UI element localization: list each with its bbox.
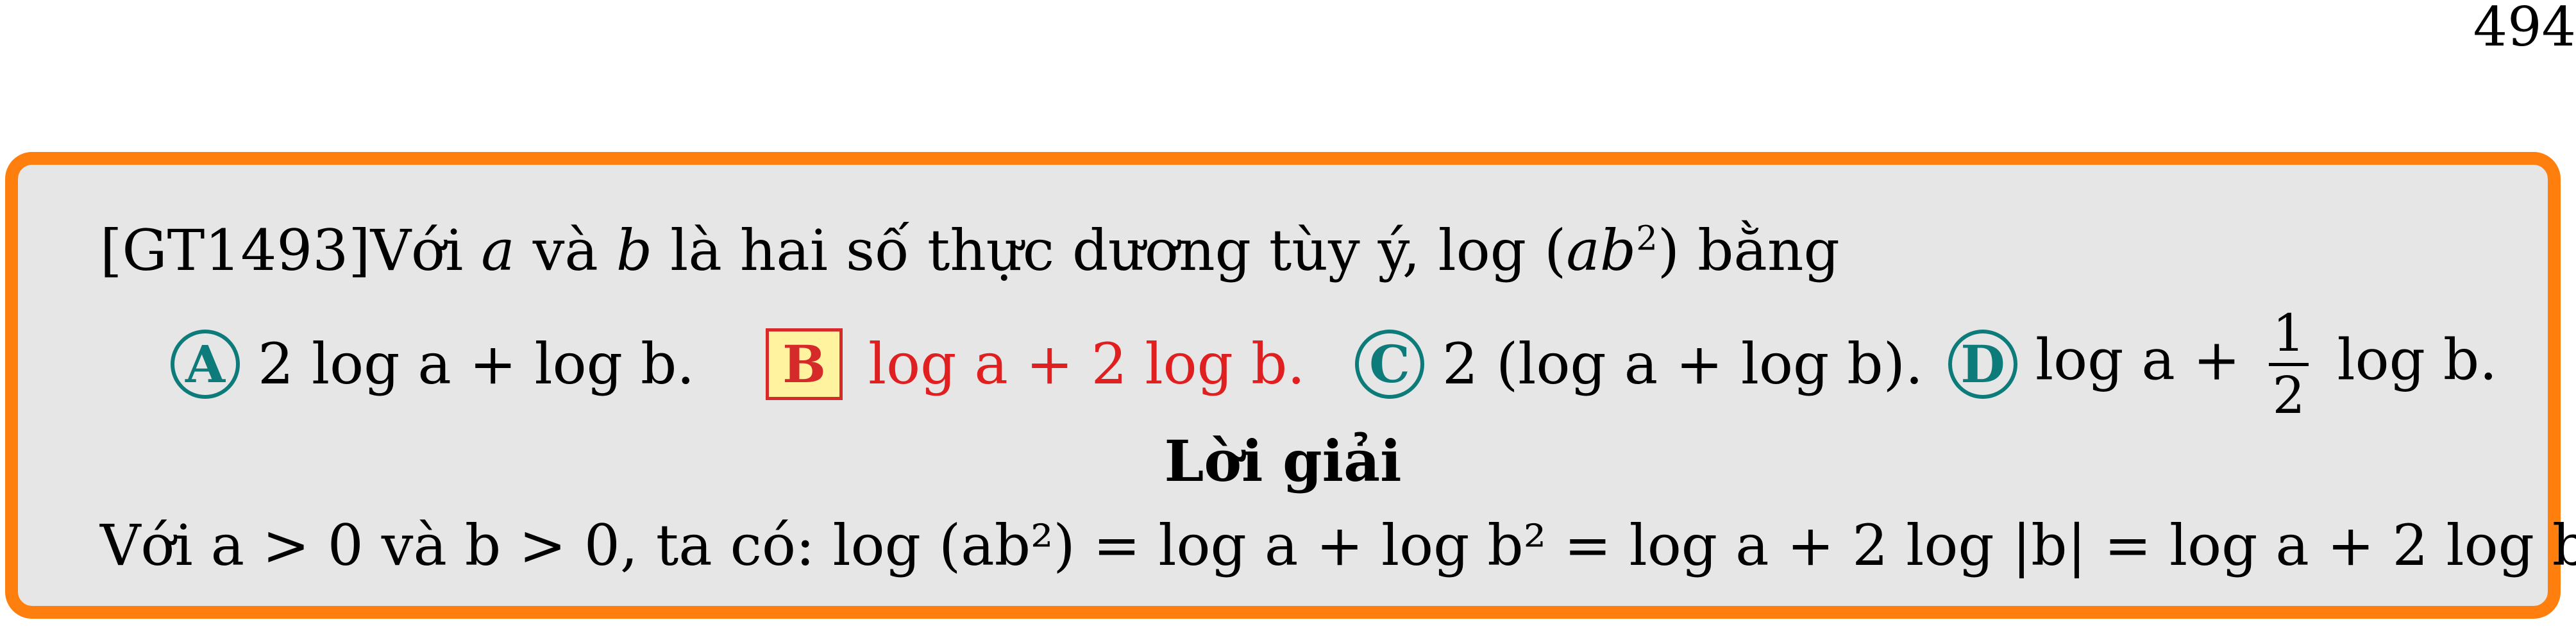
- question-text-part: Với: [370, 217, 482, 283]
- var-a: a: [481, 217, 515, 283]
- solution-text: Với a > 0 và b > 0, ta có: log (ab²) = l…: [100, 512, 2576, 578]
- option-a[interactable]: A 2 log a + log b.: [171, 323, 695, 406]
- question-text-part: và: [514, 217, 616, 283]
- option-d[interactable]: D log a + 12 log b.: [1948, 307, 2497, 421]
- option-b-text: log a + 2 log b.: [868, 331, 1306, 397]
- option-a-text: 2 log a + log b.: [258, 331, 695, 397]
- option-d-text: log a + 12 log b.: [2035, 307, 2498, 425]
- var-b: b: [616, 217, 653, 283]
- page-number: 494: [2473, 0, 2576, 58]
- expr-ab: ab: [1566, 217, 1637, 283]
- question-text: [GT1493]Với a và b là hai số thực dương …: [100, 219, 1840, 279]
- option-d-text-before: log a +: [2035, 326, 2259, 392]
- question-text-part: là hai số thực dương tùy ý, log (: [652, 217, 1567, 283]
- option-c[interactable]: C 2 (log a + log b).: [1355, 323, 1923, 406]
- option-b-label: B: [766, 328, 843, 400]
- question-text-part: ) bằng: [1657, 217, 1840, 283]
- question-box: [GT1493]Với a và b là hai số thực dương …: [5, 152, 2576, 619]
- fraction-denominator: 2: [2272, 365, 2305, 425]
- solution-title: Lời giải: [1164, 428, 1402, 494]
- option-c-text: 2 (log a + log b).: [1442, 331, 1923, 397]
- exponent: 2: [1636, 219, 1658, 258]
- option-c-label: C: [1355, 330, 1424, 399]
- option-d-label: D: [1948, 330, 2017, 399]
- fraction-one-half: 12: [2268, 307, 2309, 425]
- option-b[interactable]: B log a + 2 log b.: [766, 323, 1305, 406]
- question-code: [GT1493]: [100, 217, 371, 283]
- fraction-numerator: 1: [2268, 307, 2309, 366]
- option-d-text-after: log b.: [2319, 326, 2498, 392]
- option-a-label: A: [171, 330, 240, 399]
